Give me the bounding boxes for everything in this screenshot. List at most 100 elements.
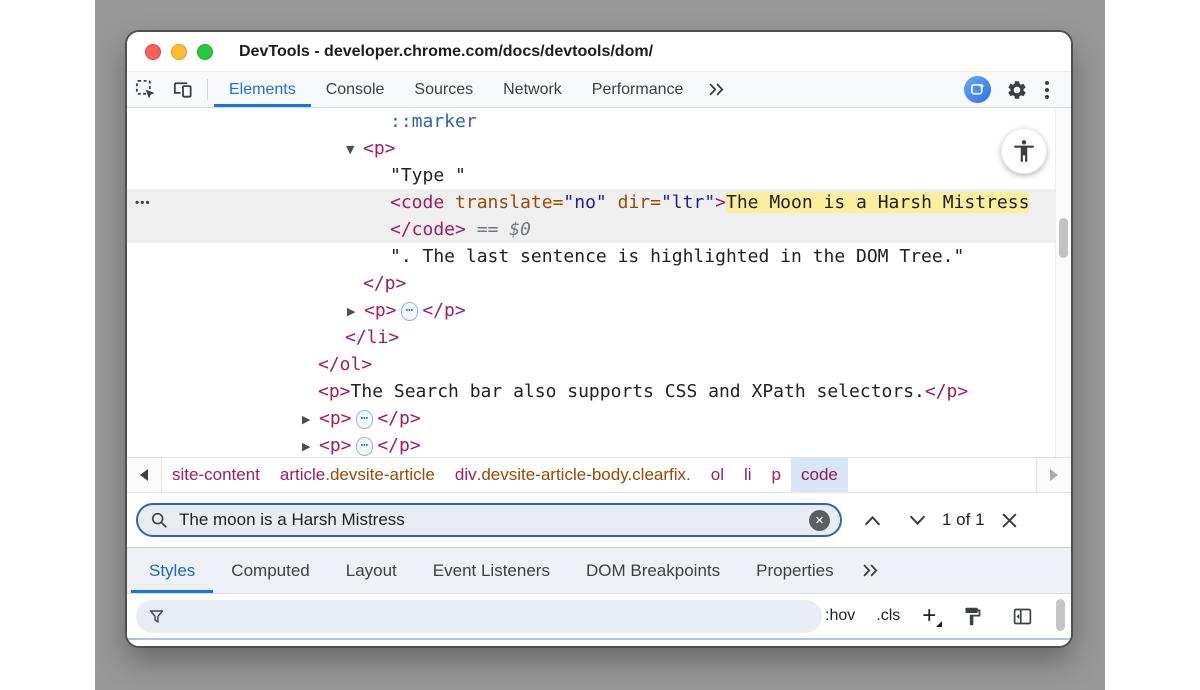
styles-tab-properties[interactable]: Properties: [738, 548, 851, 593]
styles-pane-tab-strip: StylesComputedLayoutEvent ListenersDOM B…: [127, 548, 1071, 594]
dom-tree-row[interactable]: </p>: [127, 270, 1071, 297]
panel-tab-console[interactable]: Console: [311, 72, 400, 107]
breadcrumb-item[interactable]: p: [762, 458, 791, 492]
row-actions-ellipsis-icon[interactable]: •••: [135, 189, 151, 216]
title-bar: DevTools - developer.chrome.com/docs/dev…: [127, 32, 1071, 72]
disclosure-collapsed-icon[interactable]: ▶: [302, 433, 319, 457]
clear-search-button[interactable]: ×: [809, 510, 830, 531]
styles-tab-event-listeners[interactable]: Event Listeners: [415, 548, 568, 593]
code-segment-hl: The Moon is a Harsh Mistress: [726, 192, 1029, 213]
dom-tree-row[interactable]: ". The last sentence is highlighted in t…: [127, 243, 1071, 270]
new-style-rule-button[interactable]: +: [918, 604, 940, 628]
previous-match-button[interactable]: [858, 511, 887, 530]
code-segment-tag: <p>: [364, 300, 397, 321]
settings-button[interactable]: [999, 79, 1035, 101]
breadcrumb-item[interactable]: site-content: [162, 458, 270, 492]
breadcrumb: site-contentarticle.devsite-articlediv.d…: [162, 458, 848, 492]
styles-tab-dom-breakpoints[interactable]: DOM Breakpoints: [568, 548, 738, 593]
inline-expand-button[interactable]: ⋯: [401, 302, 419, 321]
toolbar-right-controls: [943, 72, 1071, 107]
breadcrumb-item[interactable]: code: [791, 458, 848, 492]
dom-tree-row[interactable]: •••<code translate="no" dir="ltr">The Mo…: [127, 189, 1071, 216]
inspect-element-icon: [134, 78, 157, 101]
inline-expand-button[interactable]: ⋯: [356, 410, 374, 429]
dom-tree-row[interactable]: </ol>: [127, 351, 1071, 378]
breadcrumb-segment-tag: ol: [711, 465, 724, 485]
dock-sidebar-icon: [1012, 606, 1033, 627]
window-bottom-edge: [127, 638, 1071, 646]
code-segment-meta: ==: [466, 219, 509, 240]
disclosure-collapsed-icon[interactable]: ▶: [347, 298, 364, 325]
dom-tree-row[interactable]: </li>: [127, 324, 1071, 351]
breadcrumb-item[interactable]: li: [734, 458, 762, 492]
breadcrumb-segment-tag: li: [744, 465, 752, 485]
code-segment-text: "Type ": [390, 165, 466, 186]
search-input[interactable]: [177, 509, 809, 531]
code-segment-tag: <p>: [363, 138, 396, 159]
code-segment-text: The Search bar also supports CSS and XPa…: [351, 381, 925, 402]
dom-tree-row[interactable]: ▶<p>⋯</p>: [127, 297, 1071, 324]
ai-assistance-button[interactable]: [964, 76, 991, 103]
code-segment-tag: </p>: [363, 273, 406, 294]
inspect-element-button[interactable]: [127, 72, 164, 107]
styles-pane-scrollbar-thumb[interactable]: [1056, 599, 1065, 631]
accessibility-overlay-button[interactable]: [1001, 128, 1047, 174]
code-segment-tag: </li>: [345, 327, 399, 348]
breadcrumb-item[interactable]: article.devsite-article: [270, 458, 445, 492]
breadcrumb-item[interactable]: div.devsite-article-body.clearfix.: [445, 458, 701, 492]
paint-roller-icon: [962, 606, 983, 627]
device-toolbar-button[interactable]: [164, 72, 201, 107]
code-segment-tag: </p>: [377, 408, 420, 429]
dom-tree-row[interactable]: ▶<p>⋯</p>: [127, 432, 1071, 457]
scrollbar-thumb[interactable]: [1059, 218, 1068, 258]
disclosure-expanded-icon[interactable]: ▼: [346, 136, 363, 163]
breadcrumb-scroll-right-button[interactable]: [1036, 458, 1071, 492]
panel-tab-network[interactable]: Network: [488, 72, 577, 107]
styles-tab-computed[interactable]: Computed: [213, 548, 327, 593]
breadcrumb-segment-tag: div: [455, 465, 477, 485]
breadcrumb-item[interactable]: ol: [701, 458, 734, 492]
dom-tree-row[interactable]: "Type ": [127, 162, 1071, 189]
styles-tab-layout[interactable]: Layout: [328, 548, 415, 593]
style-filter-field[interactable]: [136, 600, 822, 633]
more-style-tabs-button[interactable]: [852, 548, 889, 593]
toggle-sidebar-button[interactable]: [1005, 606, 1040, 627]
panel-tab-elements[interactable]: Elements: [214, 72, 311, 107]
panel-tab-sources[interactable]: Sources: [399, 72, 488, 107]
dom-tree-scrollbar[interactable]: [1055, 108, 1071, 457]
disclosure-collapsed-icon[interactable]: ▶: [302, 406, 319, 433]
element-classes-button[interactable]: .cls: [873, 605, 903, 627]
inline-expand-button[interactable]: ⋯: [356, 437, 374, 456]
more-panels-button[interactable]: [698, 72, 735, 107]
toolbar-divider: [207, 79, 208, 100]
style-filter-input[interactable]: [173, 606, 810, 626]
gear-icon: [1006, 79, 1028, 101]
breadcrumb-scroll-left-button[interactable]: [127, 458, 162, 492]
code-segment-plain: [607, 192, 618, 213]
panel-tab-performance[interactable]: Performance: [577, 72, 699, 107]
dom-tree-row[interactable]: ▶<p>⋯</p>: [127, 405, 1071, 432]
minimize-window-icon[interactable]: [171, 44, 187, 60]
device-toolbar-icon: [171, 78, 194, 101]
dom-tree-row[interactable]: ::marker: [127, 108, 1071, 135]
maximize-window-icon[interactable]: [197, 44, 213, 60]
dom-tree-row[interactable]: ▼<p>: [127, 135, 1071, 162]
breadcrumb-bar: site-contentarticle.devsite-articlediv.d…: [127, 457, 1071, 493]
search-field[interactable]: ×: [136, 503, 842, 537]
close-search-button[interactable]: [995, 508, 1024, 533]
code-segment-val: "no": [563, 192, 606, 213]
close-window-icon[interactable]: [145, 44, 161, 60]
dom-tree-row[interactable]: <p>The Search bar also supports CSS and …: [127, 378, 1071, 405]
toggle-element-state-button[interactable]: :hov: [822, 605, 858, 627]
code-segment-tag: </code>: [390, 219, 466, 240]
more-options-button[interactable]: [1035, 81, 1059, 99]
rendering-emulation-button[interactable]: [955, 606, 990, 627]
devtools-window: DevTools - developer.chrome.com/docs/dev…: [125, 30, 1073, 648]
double-chevron-right-icon: [708, 83, 725, 96]
dom-tree-row[interactable]: </code> == $0: [127, 216, 1071, 243]
code-segment-tag: </ol>: [318, 354, 372, 375]
styles-tab-styles[interactable]: Styles: [131, 548, 213, 593]
breadcrumb-segment-tag: article: [280, 465, 325, 485]
next-match-button[interactable]: [903, 511, 932, 530]
code-segment-tag: <code: [390, 192, 455, 213]
